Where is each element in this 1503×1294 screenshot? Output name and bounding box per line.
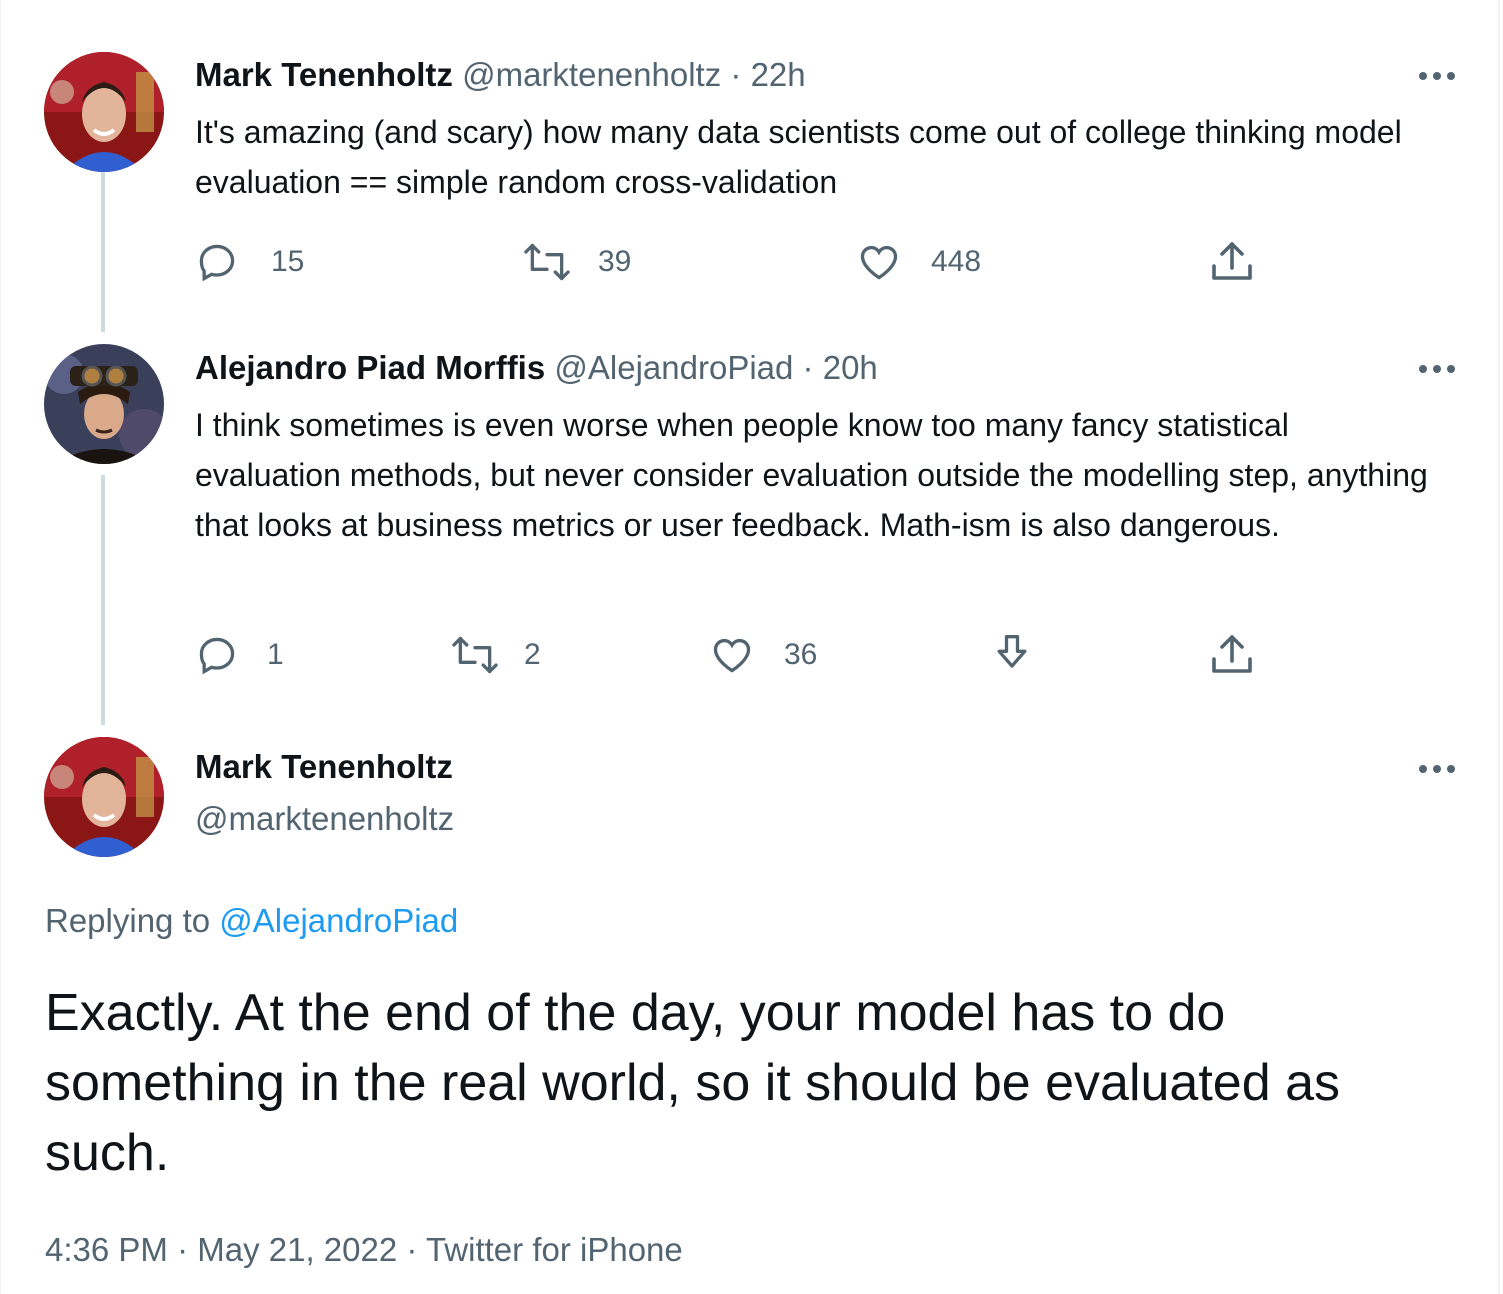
download-button[interactable] bbox=[990, 631, 1034, 679]
reply-count: 1 bbox=[267, 638, 284, 671]
more-icon[interactable] bbox=[1417, 359, 1457, 379]
like-count: 448 bbox=[931, 245, 982, 278]
retweet-icon bbox=[524, 243, 570, 281]
more-icon[interactable] bbox=[1417, 66, 1457, 86]
reply-icon bbox=[199, 244, 235, 282]
replying-prefix: Replying to bbox=[45, 902, 211, 939]
author-handle[interactable]: @marktenenholtz bbox=[462, 56, 721, 93]
author-name[interactable]: Alejandro Piad Morffis bbox=[195, 349, 545, 386]
like-count: 36 bbox=[784, 638, 818, 671]
reply-button[interactable]: 15 bbox=[195, 240, 304, 284]
retweet-button[interactable]: 39 bbox=[522, 240, 631, 284]
author-handle[interactable]: @marktenenholtz bbox=[195, 800, 454, 838]
tweet-meta: 4:36 PM · May 21, 2022 · Twitter for iPh… bbox=[45, 1231, 683, 1269]
tweet-text: It's amazing (and scary) how many data s… bbox=[195, 114, 1402, 200]
share-icon bbox=[1212, 635, 1252, 673]
author-handle[interactable]: @AlejandroPiad bbox=[554, 349, 793, 386]
tweet-text: I think sometimes is even worse when peo… bbox=[195, 407, 1428, 543]
share-button[interactable] bbox=[1208, 631, 1256, 679]
avatar[interactable] bbox=[44, 52, 164, 172]
thread-line bbox=[101, 475, 105, 725]
separator: · bbox=[406, 1231, 418, 1268]
retweet-count: 39 bbox=[598, 245, 632, 278]
tweet-time[interactable]: 4:36 PM bbox=[45, 1231, 168, 1268]
reply-icon bbox=[199, 637, 235, 675]
retweet-icon bbox=[452, 636, 498, 674]
tweet-header: Mark Tenenholtz @marktenenholtz · 22h bbox=[195, 56, 806, 94]
separator: · bbox=[802, 349, 814, 386]
like-button[interactable]: 36 bbox=[710, 633, 817, 677]
separator: · bbox=[730, 56, 742, 93]
reply-count: 15 bbox=[271, 245, 305, 278]
like-button[interactable]: 448 bbox=[857, 240, 981, 284]
like-icon bbox=[713, 638, 751, 673]
timestamp[interactable]: 20h bbox=[823, 349, 878, 386]
avatar[interactable] bbox=[44, 344, 164, 464]
avatar[interactable] bbox=[44, 737, 164, 857]
tweet-date[interactable]: May 21, 2022 bbox=[197, 1231, 397, 1268]
main-tweet-text: Exactly. At the end of the day, your mod… bbox=[45, 984, 1340, 1182]
timestamp[interactable]: 22h bbox=[751, 56, 806, 93]
tweet-header: Alejandro Piad Morffis @AlejandroPiad · … bbox=[195, 349, 878, 387]
download-icon bbox=[997, 635, 1027, 668]
retweet-count: 2 bbox=[524, 638, 541, 671]
author-name[interactable]: Mark Tenenholtz bbox=[195, 56, 453, 93]
author-name[interactable]: Mark Tenenholtz bbox=[195, 748, 453, 786]
retweet-button[interactable]: 2 bbox=[450, 633, 541, 677]
share-button[interactable] bbox=[1208, 238, 1256, 286]
thread-line bbox=[101, 172, 105, 332]
replying-to: Replying to @AlejandroPiad bbox=[45, 902, 458, 940]
replying-to-link[interactable]: @AlejandroPiad bbox=[219, 902, 458, 939]
like-icon bbox=[860, 245, 898, 280]
separator: · bbox=[177, 1231, 189, 1268]
more-icon[interactable] bbox=[1417, 759, 1457, 779]
share-icon bbox=[1212, 242, 1252, 280]
tweet-source[interactable]: Twitter for iPhone bbox=[426, 1231, 683, 1268]
reply-button[interactable]: 1 bbox=[195, 633, 284, 677]
